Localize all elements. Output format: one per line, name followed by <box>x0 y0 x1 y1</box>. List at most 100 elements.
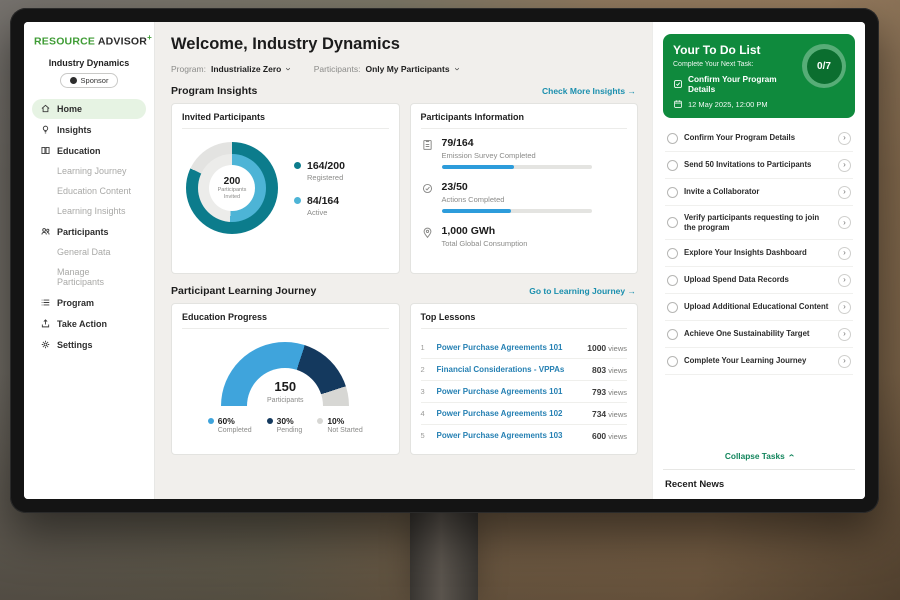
task-checkbox[interactable] <box>667 356 678 367</box>
task-checkbox[interactable] <box>667 302 678 313</box>
lesson-views: 600 views <box>592 431 627 441</box>
sidebar-item-program[interactable]: Program <box>32 293 146 313</box>
sidebar-nav: Home Insights Education Learning Journey Edu… <box>24 98 154 356</box>
chevron-down-icon: › <box>283 67 293 70</box>
legend-completed: 60% Completed <box>208 416 252 434</box>
insights-icon <box>40 124 51 135</box>
legend-dot <box>208 418 214 424</box>
sidebar-item-general-data[interactable]: General Data <box>32 243 146 262</box>
task-label: Achieve One Sustainability Target <box>684 329 832 339</box>
donut-outer-ring: 200 Participants Invited <box>186 142 278 234</box>
settings-icon <box>40 339 51 350</box>
lesson-views: 734 views <box>592 409 627 419</box>
task-checkbox[interactable] <box>667 217 678 228</box>
todo-task[interactable]: Confirm Your Program Details› <box>665 125 853 152</box>
task-checkbox[interactable] <box>667 329 678 340</box>
todo-task[interactable]: Send 50 Invitations to Participants › <box>665 152 853 179</box>
legend-dot <box>294 162 301 169</box>
todo-task[interactable]: Achieve One Sustainability Target › <box>665 321 853 348</box>
chevron-down-icon: › <box>451 67 461 70</box>
task-chevron-icon[interactable]: › <box>838 216 851 229</box>
donut-inner-ring: 200 Participants Invited <box>198 154 266 222</box>
lesson-link[interactable]: Power Purchase Agreements 102 <box>437 409 585 418</box>
lesson-views: 793 views <box>592 387 627 397</box>
lesson-link[interactable]: Power Purchase Agreements 103 <box>437 431 585 440</box>
task-checkbox[interactable] <box>667 160 678 171</box>
sidebar-item-take-action[interactable]: Take Action <box>32 314 146 334</box>
dashboard-screen: RESOURCE ADVISOR+ Industry Dynamics Spon… <box>24 22 865 499</box>
org-name: Industry Dynamics <box>24 58 154 68</box>
participants-icon <box>40 226 51 237</box>
sponsor-dot-icon <box>70 77 77 84</box>
gauge-center: 150 Participants <box>267 378 304 404</box>
todo-task[interactable]: Complete Your Learning Journey › <box>665 348 853 375</box>
sidebar-item-settings[interactable]: Settings <box>32 335 146 355</box>
todo-task[interactable]: Verify participants requesting to join t… <box>665 206 853 240</box>
task-chevron-icon[interactable]: › <box>838 159 851 172</box>
sidebar-item-label: Insights <box>57 125 92 135</box>
todo-task[interactable]: Upload Spend Data Records › <box>665 267 853 294</box>
task-chevron-icon[interactable]: › <box>838 132 851 145</box>
sidebar-item-label: Program <box>57 298 94 308</box>
lesson-row: 5Power Purchase Agreements 103600 views <box>421 425 628 446</box>
task-checkbox[interactable] <box>667 133 678 144</box>
program-dropdown[interactable]: Program: Industrialize Zero › <box>171 64 290 74</box>
sidebar-item-label: Take Action <box>57 319 107 329</box>
task-chevron-icon[interactable]: › <box>838 274 851 287</box>
task-chevron-icon[interactable]: › <box>838 186 851 199</box>
check-more-insights-link[interactable]: Check More Insights → <box>542 86 636 96</box>
program-insights-header: Program Insights Check More Insights → <box>171 85 636 97</box>
lesson-rank: 4 <box>421 409 430 418</box>
task-chevron-icon[interactable]: › <box>838 355 851 368</box>
sidebar-item-label: Home <box>57 104 82 114</box>
sidebar-item-label: Education Content <box>57 186 131 196</box>
education-progress-gauge: 150 Participants 60% Completed <box>182 337 389 434</box>
stat-actions-completed: 23/50 Actions Completed <box>421 181 628 213</box>
sponsor-badge[interactable]: Sponsor <box>60 73 119 88</box>
lesson-link[interactable]: Power Purchase Agreements 101 <box>437 343 581 352</box>
sidebar-item-participants[interactable]: Participants <box>32 222 146 242</box>
task-checkbox[interactable] <box>667 275 678 286</box>
task-label: Explore Your Insights Dashboard <box>684 248 832 258</box>
task-label: Upload Spend Data Records <box>684 275 832 285</box>
chevron-up-icon: › <box>786 454 797 457</box>
calendar-icon <box>673 99 683 109</box>
task-label: Send 50 Invitations to Participants <box>684 160 832 170</box>
lesson-link[interactable]: Power Purchase Agreements 101 <box>437 387 585 396</box>
task-checkbox[interactable] <box>667 187 678 198</box>
program-icon <box>40 297 51 308</box>
go-to-learning-journey-link[interactable]: Go to Learning Journey → <box>529 286 636 296</box>
learning-journey-header: Participant Learning Journey Go to Learn… <box>171 285 636 297</box>
sidebar-item-learning-journey[interactable]: Learning Journey <box>32 162 146 181</box>
sidebar-item-education-content[interactable]: Education Content <box>32 182 146 201</box>
collapse-tasks-link[interactable]: Collapse Tasks › <box>663 442 855 469</box>
task-chevron-icon[interactable]: › <box>838 301 851 314</box>
task-label: Verify participants requesting to join t… <box>684 213 832 233</box>
todo-task[interactable]: Upload Additional Educational Content › <box>665 294 853 321</box>
arrow-right-icon: → <box>628 286 637 296</box>
sidebar-item-insights[interactable]: Insights <box>32 120 146 140</box>
task-chevron-icon[interactable]: › <box>838 328 851 341</box>
task-chevron-icon[interactable]: › <box>838 247 851 260</box>
todo-task[interactable]: Invite a Collaborator› <box>665 179 853 206</box>
todo-progress-value: 0/7 <box>807 49 842 84</box>
participants-dropdown[interactable]: Participants: Only My Participants › <box>314 64 458 74</box>
sidebar-item-label: Learning Journey <box>57 166 127 176</box>
task-checkbox[interactable] <box>667 248 678 259</box>
page-title: Welcome, Industry Dynamics <box>171 35 638 54</box>
lesson-views: 1000 views <box>587 343 627 353</box>
todo-task[interactable]: Explore Your Insights Dashboard › <box>665 240 853 267</box>
sidebar-item-learning-insights[interactable]: Learning Insights <box>32 202 146 221</box>
sidebar-item-manage-participants[interactable]: Manage Participants <box>32 263 146 292</box>
lesson-row: 1Power Purchase Agreements 1011000 views <box>421 337 628 359</box>
task-label: Upload Additional Educational Content <box>684 302 832 312</box>
lesson-link[interactable]: Financial Considerations - VPPAs <box>437 365 585 374</box>
legend-dot <box>267 418 273 424</box>
donut-center: 200 Participants Invited <box>209 165 255 211</box>
task-label: Complete Your Learning Journey <box>684 356 832 366</box>
brand-resource: RESOURCE <box>34 36 95 48</box>
sidebar-item-home[interactable]: Home <box>32 99 146 119</box>
sidebar-item-label: Participants <box>57 227 109 237</box>
sidebar-item-education[interactable]: Education <box>32 141 146 161</box>
todo-summary-card: Your To Do List Complete Your Next Task:… <box>663 34 855 118</box>
